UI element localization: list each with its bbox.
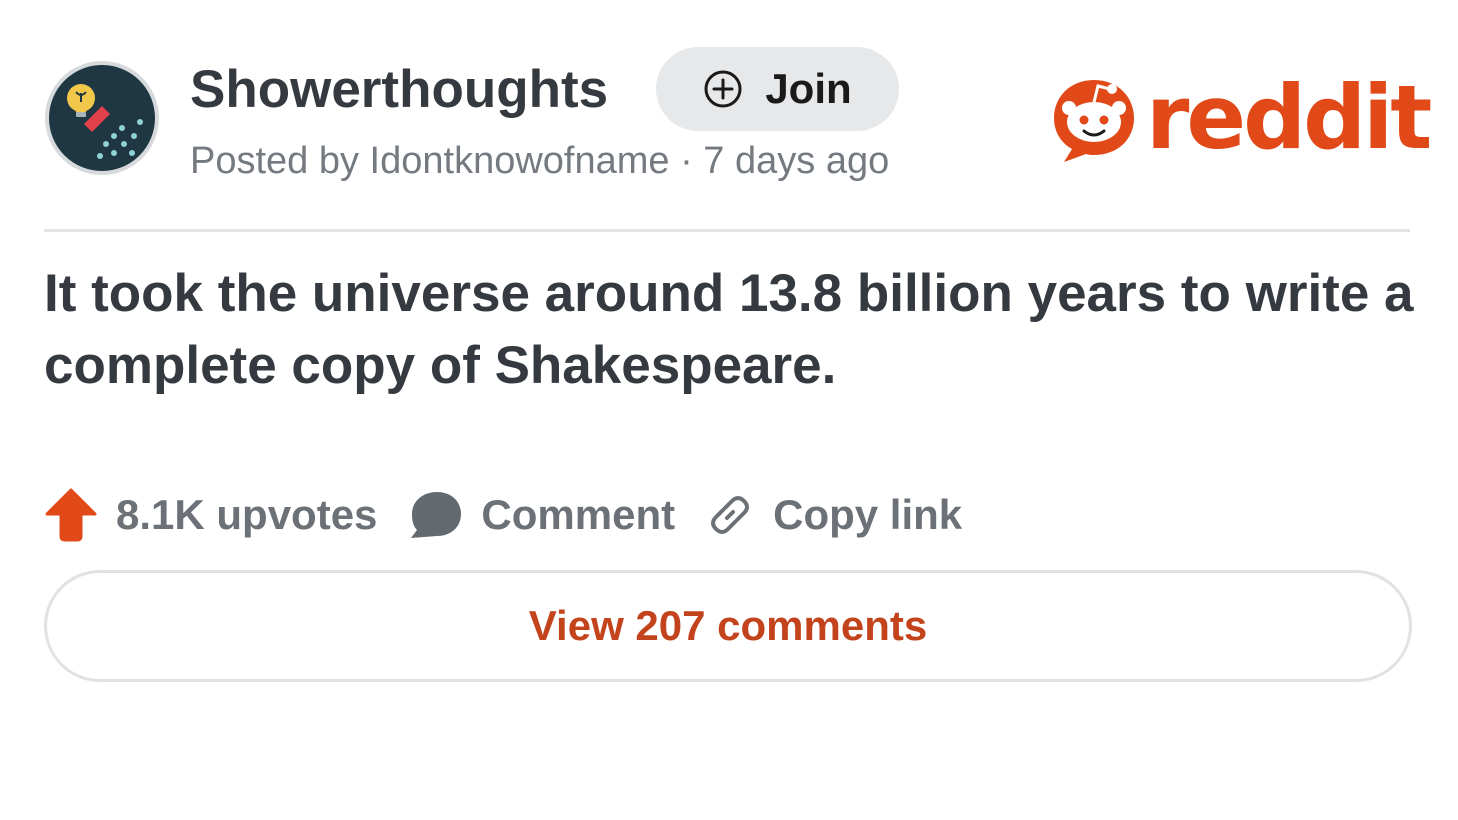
subreddit-name[interactable]: Showerthoughts	[190, 58, 608, 122]
copy-link-label: Copy link	[773, 491, 963, 538]
comment-label: Comment	[481, 491, 676, 538]
post-meta: Posted by Idontknowofname · 7 days ago	[190, 140, 890, 182]
post-title[interactable]: It took the universe around 13.8 billion…	[44, 258, 1414, 402]
upvote-button[interactable]: 8.1K upvotes	[44, 487, 377, 543]
upvote-count: 8.1K upvotes	[116, 491, 378, 538]
copy-link-button[interactable]: Copy link	[707, 490, 962, 540]
upvote-arrow-icon	[45, 488, 97, 542]
link-icon	[711, 496, 750, 534]
comment-bubble-icon	[411, 492, 462, 538]
view-comments-label: View 207 comments	[528, 602, 928, 649]
join-label: Join	[765, 65, 852, 112]
header-divider	[44, 229, 1410, 232]
comment-button[interactable]: Comment	[407, 488, 675, 542]
reddit-wordmark: reddit	[1146, 66, 1432, 169]
plus-circle-icon	[704, 70, 742, 108]
reddit-snoo-icon	[1054, 80, 1134, 162]
view-comments-button[interactable]: View 207 comments	[44, 570, 1412, 682]
action-bar: 8.1K upvotes Comment Copy link	[44, 483, 962, 547]
join-button[interactable]: Join	[656, 47, 899, 131]
reddit-logo: reddit	[1046, 66, 1432, 169]
subreddit-avatar[interactable]	[44, 60, 160, 176]
